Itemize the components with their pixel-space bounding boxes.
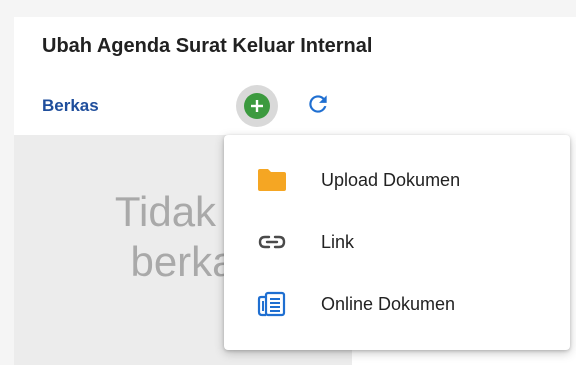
page: Ubah Agenda Surat Keluar Internal Berkas…: [0, 0, 576, 365]
menu-item-label: Upload Dokumen: [321, 169, 461, 190]
online-document-icon: [254, 289, 290, 319]
add-file-menu: Upload Dokumen Link Online Dokumen: [224, 135, 570, 350]
menu-item-upload-dokumen[interactable]: Upload Dokumen: [224, 150, 570, 210]
menu-item-label: Online Dokumen: [321, 293, 456, 314]
menu-item-label: Link: [321, 231, 355, 252]
add-circle-icon: [244, 93, 270, 119]
refresh-icon: [305, 91, 331, 122]
menu-item-link[interactable]: Link: [224, 212, 570, 272]
menu-item-online-dokumen[interactable]: Online Dokumen: [224, 274, 570, 334]
refresh-button[interactable]: [300, 88, 336, 124]
folder-icon: [254, 165, 290, 195]
add-file-button[interactable]: [236, 85, 278, 127]
link-icon: [254, 227, 290, 257]
page-title: Ubah Agenda Surat Keluar Internal: [42, 35, 373, 57]
files-section-label: Berkas: [42, 96, 99, 115]
